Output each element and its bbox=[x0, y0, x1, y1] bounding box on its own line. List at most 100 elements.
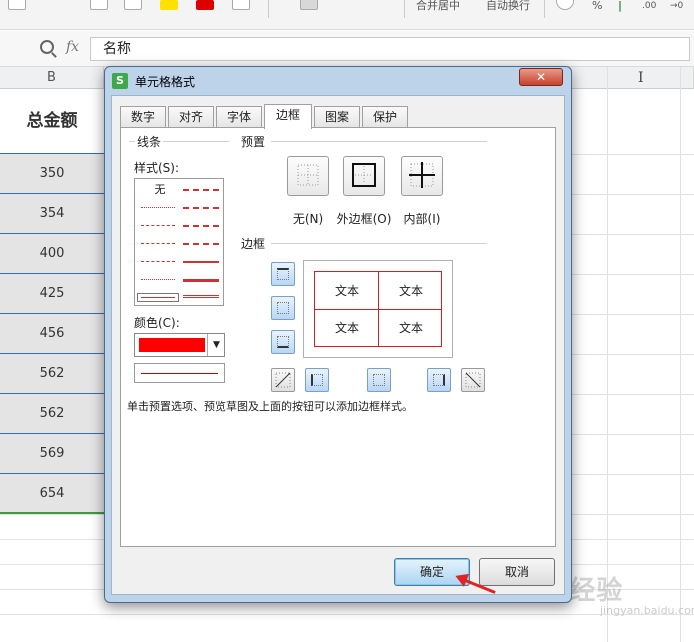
table-cell[interactable]: 562 bbox=[0, 394, 104, 434]
line-style-option[interactable] bbox=[183, 243, 219, 245]
line-style-option[interactable] bbox=[183, 261, 219, 263]
row-gridline bbox=[0, 614, 694, 615]
preview-text: 文本 bbox=[334, 284, 359, 298]
tab-protection[interactable]: 保护 bbox=[362, 106, 408, 128]
border-group-title: 边框 bbox=[239, 235, 268, 252]
increase-decimal-button[interactable]: .00 bbox=[642, 0, 656, 12]
border-diagonal-down-button[interactable] bbox=[461, 368, 485, 392]
preset-inside-button[interactable] bbox=[401, 156, 443, 196]
justify-icon[interactable] bbox=[350, 0, 368, 10]
preset-inside-label: 内部(I) bbox=[403, 212, 441, 226]
preview-text: 文本 bbox=[398, 321, 423, 335]
tab-border[interactable]: 边框 bbox=[264, 104, 312, 129]
dialog-client: 数字 对齐 字体 边框 图案 保护 线条 样式(S): 无 颜色(C): ▼ 预… bbox=[111, 95, 565, 595]
line-style-option[interactable] bbox=[141, 261, 175, 262]
fill-color-icon[interactable] bbox=[124, 0, 142, 10]
formula-bar: fx 名称 bbox=[0, 31, 694, 67]
preview-grid: 文本 文本 文本 文本 bbox=[314, 271, 442, 347]
app-icon: S bbox=[112, 73, 128, 89]
preview-inner-horizontal bbox=[315, 309, 441, 310]
tab-pattern[interactable]: 图案 bbox=[314, 106, 360, 128]
border-left-button[interactable] bbox=[305, 368, 329, 392]
diagonal-down-icon bbox=[465, 372, 481, 388]
line-preview bbox=[134, 363, 225, 383]
line-style-option[interactable] bbox=[141, 207, 175, 208]
currency-icon[interactable] bbox=[556, 0, 574, 10]
bold-button[interactable] bbox=[8, 0, 26, 10]
border-middle-vertical-button[interactable] bbox=[367, 368, 391, 392]
align-center-icon[interactable] bbox=[300, 0, 318, 10]
tab-number[interactable]: 数字 bbox=[120, 106, 166, 128]
wrap-text-button[interactable]: 自动换行 bbox=[486, 0, 530, 12]
group-divider bbox=[271, 243, 487, 244]
chevron-down-icon[interactable]: ▼ bbox=[207, 334, 225, 356]
percent-button[interactable]: % bbox=[592, 0, 602, 12]
border-middle-horizontal-button[interactable] bbox=[271, 296, 295, 320]
column-header-b[interactable]: B bbox=[0, 67, 104, 89]
line-style-option[interactable] bbox=[183, 207, 219, 209]
table-cell[interactable]: 456 bbox=[0, 314, 104, 354]
line-style-option[interactable] bbox=[183, 279, 219, 282]
align-right-icon[interactable] bbox=[326, 0, 344, 10]
close-button[interactable]: ✕ bbox=[519, 68, 563, 86]
table-cell[interactable]: 350 bbox=[0, 154, 104, 194]
italic-button[interactable] bbox=[36, 0, 54, 10]
line-style-option[interactable] bbox=[183, 189, 219, 191]
dialog-titlebar[interactable]: S 单元格格式 ✕ bbox=[105, 67, 571, 95]
border-tab-panel: 线条 样式(S): 无 颜色(C): ▼ 预置 无(N) 外边框(O) 内部(I… bbox=[120, 127, 556, 547]
border-top-button[interactable] bbox=[271, 262, 295, 286]
line-style-option[interactable] bbox=[141, 243, 175, 244]
border-right-button[interactable] bbox=[427, 368, 451, 392]
tab-font[interactable]: 字体 bbox=[216, 106, 262, 128]
text-cursor-icon: I bbox=[638, 70, 644, 86]
line-style-thin-solid[interactable] bbox=[137, 293, 179, 302]
merge-center-button[interactable]: 合并居中 bbox=[416, 0, 460, 12]
border-diagonal-up-button[interactable] bbox=[271, 368, 295, 392]
table-cell[interactable]: 425 bbox=[0, 274, 104, 314]
underline-button[interactable] bbox=[60, 0, 78, 10]
color-select[interactable]: ▼ bbox=[134, 333, 225, 357]
highlight-color-icon[interactable] bbox=[160, 0, 178, 10]
line-style-option[interactable] bbox=[183, 225, 219, 227]
align-left-icon[interactable] bbox=[278, 0, 296, 10]
table-cell[interactable]: 400 bbox=[0, 234, 104, 274]
diagonal-up-icon bbox=[275, 372, 291, 388]
table-cell[interactable]: 562 bbox=[0, 354, 104, 394]
border-bottom-button[interactable] bbox=[271, 330, 295, 354]
watermark-url: jingyan.baidu.com bbox=[600, 604, 694, 617]
line-style-option[interactable] bbox=[183, 295, 219, 298]
line-style-list[interactable]: 无 bbox=[134, 178, 224, 306]
preset-group-title: 预置 bbox=[239, 133, 268, 150]
header-cell-total[interactable]: 总金额 bbox=[0, 89, 104, 154]
line-style-option[interactable] bbox=[141, 225, 175, 226]
table-cell[interactable]: 354 bbox=[0, 194, 104, 234]
preset-outline-icon bbox=[352, 163, 376, 187]
table-cell[interactable]: 569 bbox=[0, 434, 104, 474]
preview-text: 文本 bbox=[334, 321, 359, 335]
zoom-icon[interactable] bbox=[40, 40, 54, 54]
formula-input[interactable]: 名称 bbox=[90, 37, 690, 61]
color-swatch bbox=[139, 338, 205, 352]
clear-format-icon[interactable] bbox=[232, 0, 250, 10]
preset-outline-button[interactable] bbox=[343, 156, 385, 196]
border-preview[interactable]: 文本 文本 文本 文本 bbox=[303, 260, 453, 358]
toolbar-divider bbox=[544, 0, 545, 18]
table-cell[interactable]: 654 bbox=[0, 474, 104, 514]
column-b-cells: 总金额 350 354 400 425 456 562 562 569 654 bbox=[0, 89, 104, 514]
tab-alignment[interactable]: 对齐 bbox=[168, 106, 214, 128]
cancel-button[interactable]: 取消 bbox=[479, 558, 555, 586]
borders-icon[interactable] bbox=[90, 0, 108, 10]
toolbar-divider bbox=[404, 0, 405, 18]
preset-none-label: 无(N) bbox=[292, 212, 324, 226]
font-color-icon[interactable] bbox=[196, 0, 214, 10]
preset-none-button[interactable] bbox=[287, 156, 329, 196]
format-cells-dialog: S 单元格格式 ✕ 数字 对齐 字体 边框 图案 保护 线条 样式(S): 无 bbox=[104, 66, 572, 603]
hint-text: 单击预置选项、预览草图及上面的按钮可以添加边框样式。 bbox=[127, 400, 413, 413]
thousands-separator-icon[interactable]: | bbox=[618, 0, 622, 12]
line-style-none[interactable]: 无 bbox=[145, 181, 175, 197]
distributed-icon[interactable] bbox=[376, 0, 394, 10]
preset-outline-label: 外边框(O) bbox=[336, 212, 392, 226]
line-style-option[interactable] bbox=[141, 279, 175, 280]
decrease-decimal-button[interactable]: →0 bbox=[670, 0, 683, 12]
fx-label[interactable]: fx bbox=[66, 39, 79, 55]
